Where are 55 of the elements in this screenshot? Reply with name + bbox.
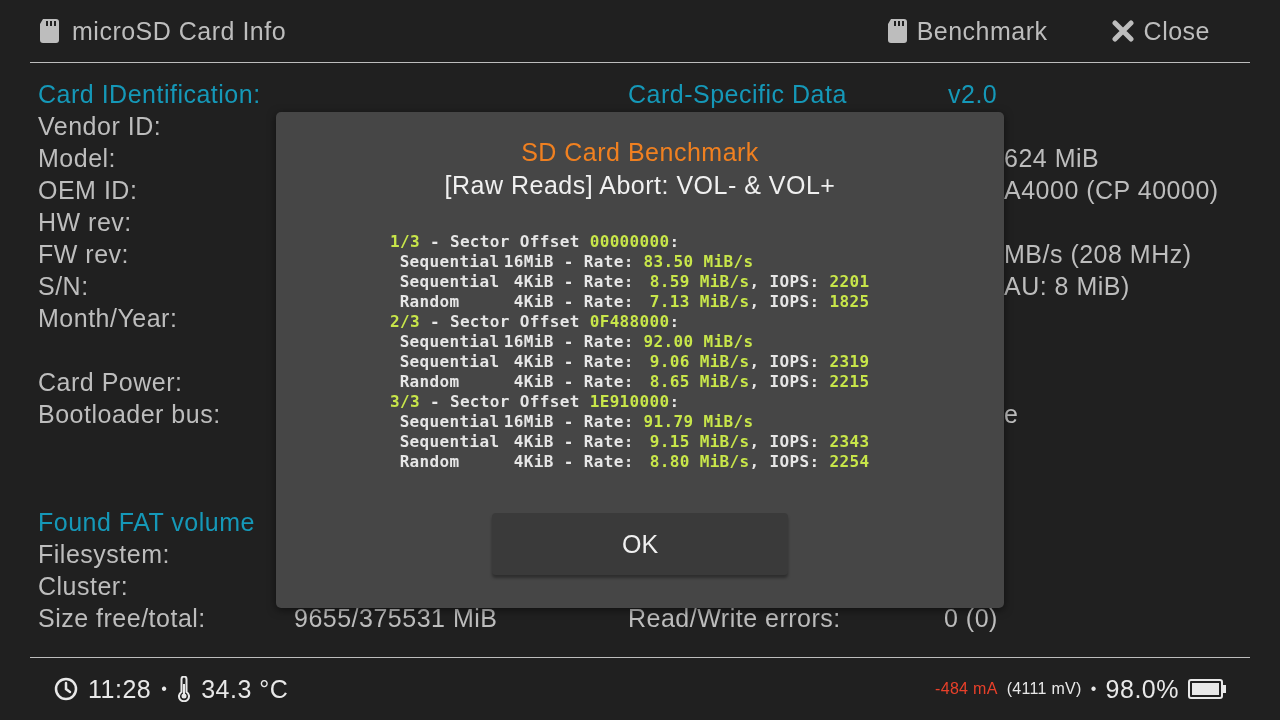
pass-heading: 1/3 - Sector Offset 00000000:: [390, 232, 681, 252]
dialog-subtitle: [Raw Reads] Abort: VOL- & VOL+: [444, 170, 836, 201]
sd-card-icon: [887, 19, 907, 43]
field-label: Filesystem:: [38, 539, 171, 569]
voltage-reading: (4111 mV): [1006, 680, 1082, 698]
result-line: Sequential 4KiB - Rate: 8.59 MiB/s, IOPS: 2201: [398, 272, 870, 292]
field-label: S/N:: [38, 271, 90, 301]
field-label: OEM ID:: [38, 175, 139, 205]
field-label: Bootloader bus:: [38, 399, 222, 429]
separator-dot: •: [161, 680, 168, 698]
field-value: MB/s (208 MHz): [1004, 239, 1193, 269]
field-value: 9655/375531 MiB: [294, 603, 499, 633]
result-line: Sequential 16MiB - Rate: 91.79 MiB/s: [398, 412, 755, 432]
temperature-reading: 34.3 °C: [201, 674, 289, 704]
clock-icon: [54, 677, 78, 701]
section-heading: Card IDentification:: [38, 79, 262, 109]
field-label: Card Power:: [38, 367, 184, 397]
battery-icon: [1188, 679, 1226, 699]
close-button[interactable]: Close: [1111, 16, 1210, 46]
field-value: A4000 (CP 40000): [1004, 175, 1220, 205]
field-label: Read/Write errors:: [628, 603, 842, 633]
result-line: Sequential 16MiB - Rate: 92.00 MiB/s: [398, 332, 755, 352]
result-line: Sequential 4KiB - Rate: 9.06 MiB/s, IOPS: 2319: [398, 352, 870, 372]
result-line: Random 4KiB - Rate: 8.80 MiB/s, IOPS: 2254: [398, 452, 870, 472]
pass-heading: 3/3 - Sector Offset 1E910000:: [390, 392, 681, 412]
separator-dot: •: [1090, 680, 1097, 698]
result-line: Sequential 4KiB - Rate: 9.15 MiB/s, IOPS: 2343: [398, 432, 870, 452]
current-reading: -484 mA: [935, 680, 998, 698]
thermometer-icon: [177, 676, 192, 702]
field-label: Model:: [38, 143, 118, 173]
pass-heading: 2/3 - Sector Offset 0F488000:: [390, 312, 681, 332]
field-value: 0 (0): [944, 603, 999, 633]
field-label: FW rev:: [38, 239, 130, 269]
battery-percent: 98.0%: [1105, 674, 1179, 704]
close-icon: [1111, 20, 1134, 42]
field-value: AU: 8 MiB): [1004, 271, 1131, 301]
field-label: HW rev:: [38, 207, 133, 237]
section-heading: Card-Specific Data: [628, 79, 848, 109]
section-heading: Found FAT volume: [38, 507, 256, 537]
clock-time: 11:28: [88, 674, 152, 704]
result-line: Sequential 16MiB - Rate: 83.50 MiB/s: [398, 252, 755, 272]
result-line: Random 4KiB - Rate: 8.65 MiB/s, IOPS: 2215: [398, 372, 870, 392]
field-label: Size free/total:: [38, 603, 207, 633]
field-value: 624 MiB: [1004, 143, 1101, 173]
version-label: v2.0: [948, 79, 999, 109]
sd-card-icon: [40, 19, 59, 43]
benchmark-button[interactable]: Benchmark: [887, 16, 1048, 46]
result-line: Random 4KiB - Rate: 7.13 MiB/s, IOPS: 1825: [398, 292, 870, 312]
field-label: Month/Year:: [38, 303, 179, 333]
screen-title: microSD Card Info: [72, 16, 287, 46]
dialog-title: SD Card Benchmark: [521, 137, 759, 168]
field-label: Cluster:: [38, 571, 130, 601]
field-value: e: [1004, 399, 1020, 429]
field-label: Vendor ID:: [38, 111, 163, 141]
ok-button[interactable]: OK: [492, 513, 788, 575]
